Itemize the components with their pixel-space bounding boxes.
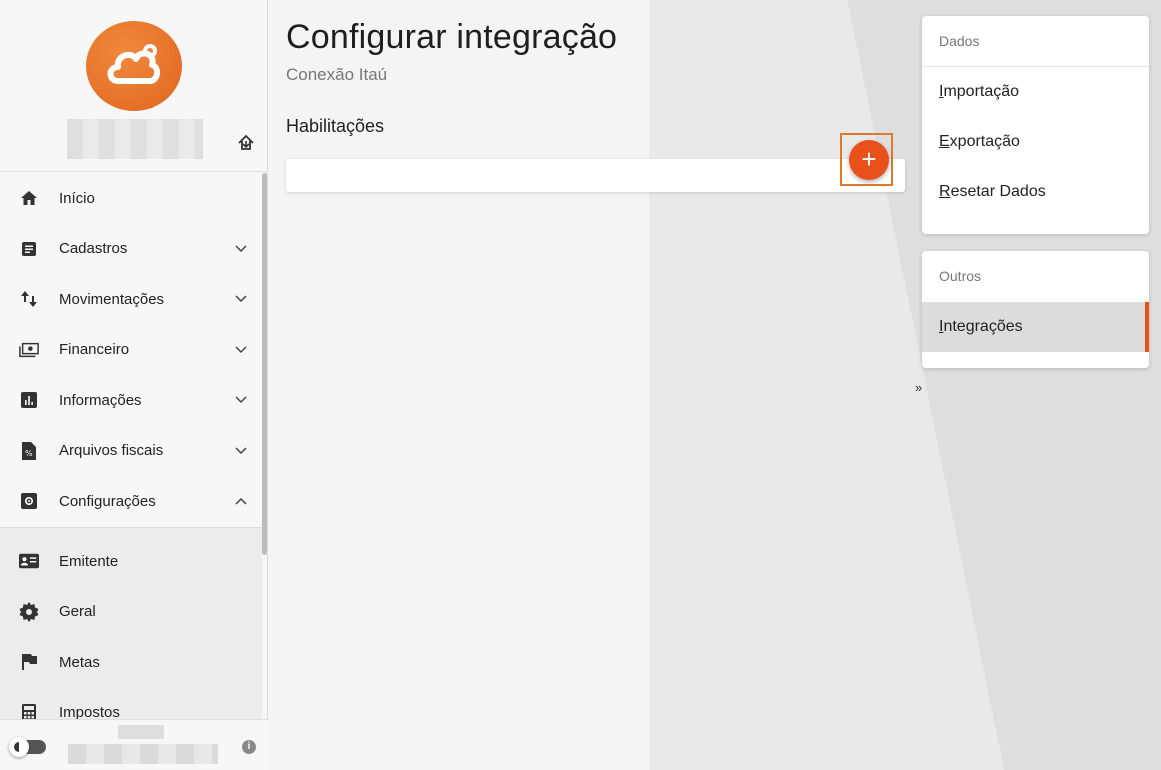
toggle-knob	[9, 737, 29, 757]
dados-card: Dados Importação Exportação Resetar Dado…	[922, 16, 1149, 234]
link-label: esetar Dados	[950, 183, 1046, 200]
svg-text:%: %	[25, 449, 33, 458]
menu-item-label: Emitente	[59, 552, 119, 570]
submenu-item-geral[interactable]: Geral	[0, 587, 262, 638]
shortcut-letter: E	[939, 133, 950, 150]
cloud-logo-icon	[86, 21, 182, 111]
scrollbar-thumb[interactable]	[262, 173, 267, 555]
swap-vertical-icon	[19, 289, 39, 309]
submenu-item-impostos[interactable]: Impostos	[0, 688, 262, 719]
menu-item-informacoes[interactable]: Informações	[0, 375, 262, 426]
id-card-icon	[19, 551, 39, 571]
money-icon	[19, 340, 39, 360]
menu-item-financeiro[interactable]: Financeiro	[0, 325, 262, 376]
info-icon[interactable]: i	[242, 740, 256, 754]
outros-card: Outros Integrações	[922, 251, 1149, 368]
menu-item-arquivos-fiscais[interactable]: % Arquivos fiscais	[0, 426, 262, 477]
collapse-panel-button[interactable]: »	[915, 380, 922, 395]
menu-item-label: Metas	[59, 653, 100, 671]
outros-header: Outros	[939, 268, 982, 284]
logout-icon[interactable]	[234, 131, 258, 155]
chevron-down-icon	[233, 342, 249, 358]
link-label: ntegrações	[943, 318, 1023, 335]
submenu-item-metas[interactable]: Metas	[0, 637, 262, 688]
sidebar-footer: i	[0, 719, 268, 770]
main-menu: Início Cadastros Movimentações Financeir…	[0, 173, 262, 527]
sidebar-header	[0, 0, 268, 172]
habilitacoes-list	[286, 159, 905, 192]
settings-box-icon	[19, 491, 39, 511]
link-label: mportação	[943, 83, 1020, 100]
page-subtitle: Conexão Itaú	[286, 65, 388, 84]
dados-header: Dados	[922, 16, 1149, 67]
menu-link-importacao[interactable]: Importação	[922, 67, 1149, 117]
section-title-habilitacoes: Habilitações	[286, 116, 385, 136]
user-name-redacted	[67, 119, 203, 159]
chevron-down-icon	[233, 291, 249, 307]
bar-chart-icon	[19, 390, 39, 410]
flag-icon	[19, 652, 39, 672]
menu-item-inicio[interactable]: Início	[0, 173, 262, 224]
version-redacted	[118, 725, 164, 739]
menu-item-configuracoes[interactable]: Configurações	[0, 476, 262, 527]
menu-item-movimentacoes[interactable]: Movimentações	[0, 274, 262, 325]
menu-item-label: Início	[59, 189, 95, 207]
chevron-down-icon	[233, 443, 249, 459]
add-habilitacao-button[interactable]: +	[849, 140, 889, 180]
menu-item-cadastros[interactable]: Cadastros	[0, 224, 262, 275]
submenu-item-emitente[interactable]: Emitente	[0, 536, 262, 587]
chevron-down-icon	[233, 392, 249, 408]
shortcut-letter: R	[939, 183, 951, 200]
menu-item-label: Configurações	[59, 492, 156, 510]
fiscal-file-icon: %	[19, 441, 39, 461]
calculator-icon	[19, 703, 39, 719]
menu-item-label: Arquivos fiscais	[59, 442, 164, 460]
page-title: Configurar integração	[286, 18, 618, 56]
menu-item-label: Financeiro	[59, 341, 130, 359]
menu-link-integracoes[interactable]: Integrações	[922, 302, 1149, 352]
menu-link-resetar-dados[interactable]: Resetar Dados	[922, 167, 1149, 217]
home-icon	[19, 188, 39, 208]
sidebar-scrollbar[interactable]	[262, 173, 268, 719]
gear-icon	[19, 601, 39, 622]
chevron-up-icon	[233, 493, 249, 509]
configuracoes-submenu: Emitente Geral Metas Impostos	[0, 527, 262, 719]
menu-item-label: Impostos	[59, 704, 120, 719]
menu-item-label: Cadastros	[59, 240, 128, 258]
menu-item-label: Informações	[59, 391, 142, 409]
theme-toggle[interactable]	[9, 737, 46, 757]
menu-item-label: Movimentações	[59, 290, 165, 308]
sidebar: Início Cadastros Movimentações Financeir…	[0, 0, 268, 770]
company-redacted	[68, 744, 218, 764]
menu-link-exportacao[interactable]: Exportação	[922, 117, 1149, 167]
menu-item-label: Geral	[59, 603, 96, 621]
link-label: xportação	[949, 133, 1020, 150]
document-icon	[19, 239, 39, 259]
chevron-down-icon	[233, 241, 249, 257]
